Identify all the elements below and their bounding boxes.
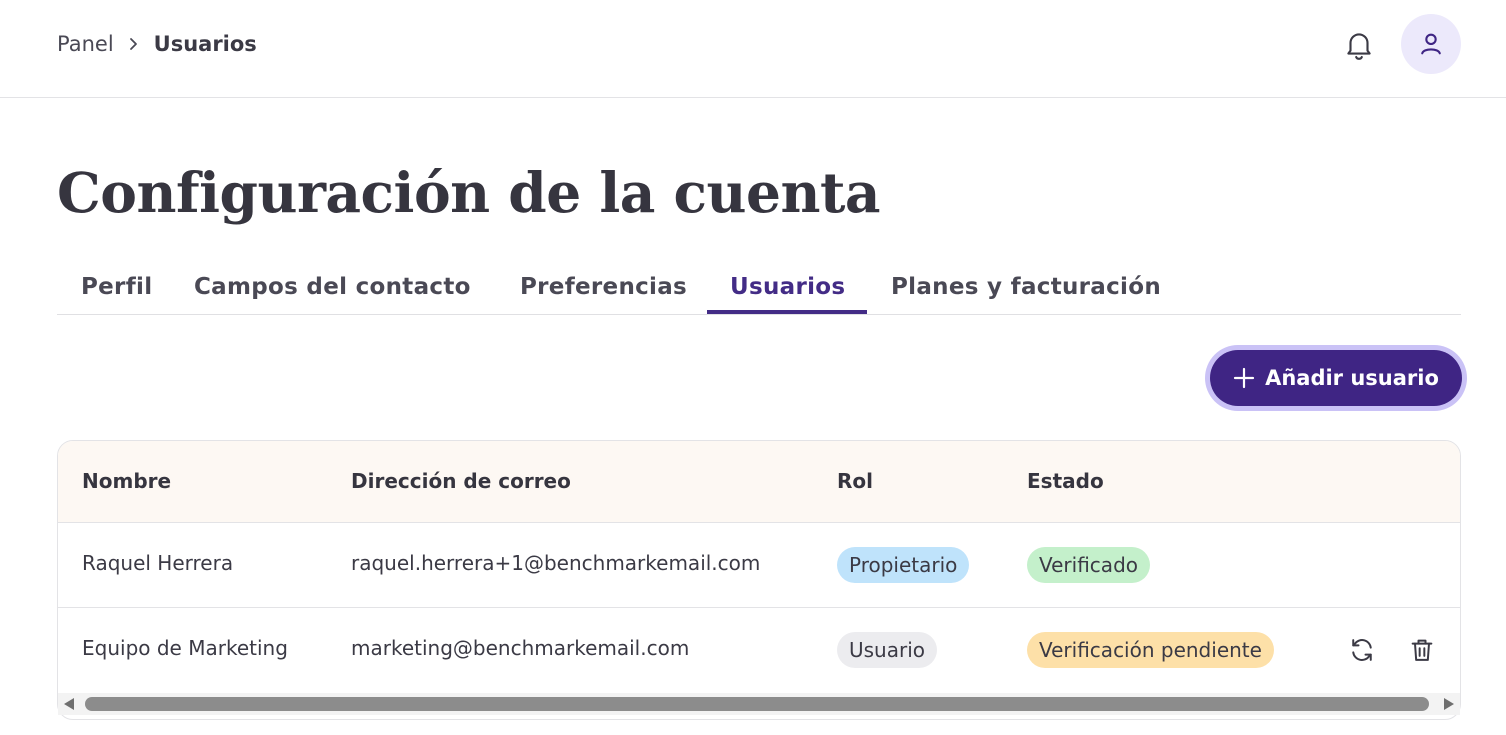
column-header-name: Nombre	[82, 469, 172, 493]
add-user-button[interactable]: Añadir usuario	[1205, 345, 1467, 411]
plus-icon	[1233, 367, 1255, 389]
table-row: Raquel Herrera raquel.herrera+1@benchmar…	[58, 523, 1460, 608]
user-email: raquel.herrera+1@benchmarkemail.com	[351, 551, 761, 575]
table-header: Nombre Dirección de correo Rol Estado	[58, 441, 1460, 523]
status-badge: Verificado	[1027, 547, 1150, 583]
breadcrumb: Panel Usuarios	[57, 32, 257, 56]
tab-usuarios[interactable]: Usuarios	[730, 274, 845, 300]
role-badge: Usuario	[837, 632, 938, 668]
user-name: Equipo de Marketing	[82, 636, 288, 660]
breadcrumb-current: Usuarios	[153, 32, 257, 56]
tab-planes-y-facturacion[interactable]: Planes y facturación	[891, 274, 1161, 300]
scrollbar-thumb[interactable]	[85, 697, 1429, 711]
column-header-status: Estado	[1027, 469, 1104, 493]
tab-bar: Perfil Campos del contacto Preferencias …	[57, 266, 1461, 315]
top-bar: Panel Usuarios	[0, 0, 1506, 98]
chevron-right-icon	[128, 37, 140, 51]
tab-campos-del-contacto[interactable]: Campos del contacto	[194, 274, 471, 300]
user-name: Raquel Herrera	[82, 551, 234, 575]
refresh-icon[interactable]	[1346, 634, 1378, 666]
active-tab-indicator	[707, 310, 867, 314]
status-badge: Verificación pendiente	[1027, 632, 1274, 668]
user-email: marketing@benchmarkemail.com	[351, 636, 690, 660]
bell-icon[interactable]	[1340, 26, 1378, 64]
avatar[interactable]	[1401, 14, 1461, 74]
scroll-left-arrow-icon[interactable]	[64, 698, 74, 710]
column-header-role: Rol	[837, 469, 873, 493]
add-user-label: Añadir usuario	[1265, 366, 1439, 390]
page-title: Configuración de la cuenta	[57, 160, 881, 225]
trash-icon[interactable]	[1406, 634, 1438, 666]
user-icon	[1421, 33, 1441, 55]
column-header-email: Dirección de correo	[351, 469, 571, 493]
role-badge: Propietario	[837, 547, 970, 583]
table-row: Equipo de Marketing marketing@benchmarke…	[58, 608, 1460, 693]
scroll-right-arrow-icon[interactable]	[1444, 698, 1454, 710]
tab-perfil[interactable]: Perfil	[81, 274, 152, 300]
users-table: Nombre Dirección de correo Rol Estado Ra…	[57, 440, 1461, 720]
horizontal-scrollbar[interactable]	[58, 693, 1460, 715]
tab-preferencias[interactable]: Preferencias	[520, 274, 687, 300]
breadcrumb-panel-link[interactable]: Panel	[57, 32, 114, 56]
